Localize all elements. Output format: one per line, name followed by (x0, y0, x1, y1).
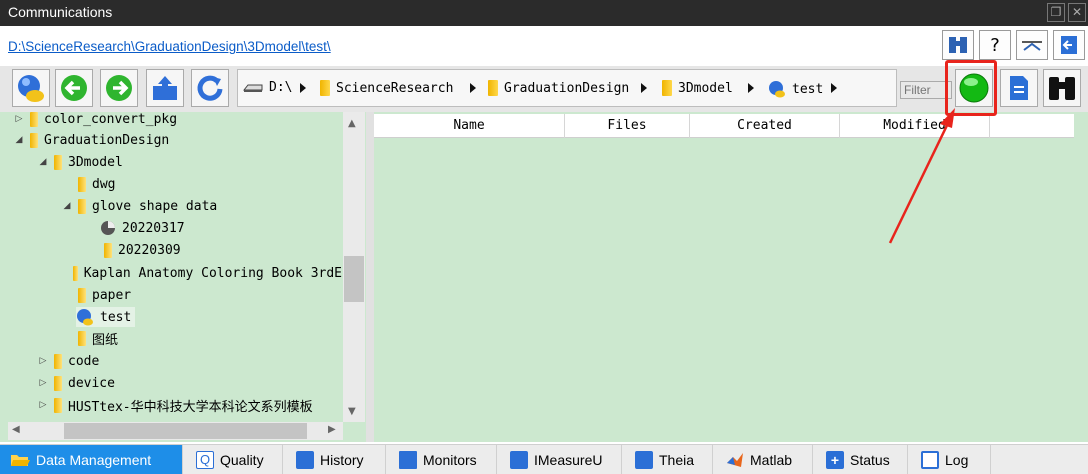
tab-quality[interactable]: Q Quality (186, 445, 283, 474)
matlab-icon (727, 453, 743, 467)
quality-icon: Q (196, 451, 214, 469)
tab-matlab[interactable]: Matlab (716, 445, 813, 474)
tab-history[interactable]: History (286, 445, 386, 474)
folder-open-icon (11, 455, 30, 466)
annotation-arrow (888, 108, 955, 244)
tab-log[interactable]: Log (911, 445, 991, 474)
tab-data-management[interactable]: Data Management (0, 445, 183, 474)
tab-imeasureu[interactable]: IMeasureU (500, 445, 622, 474)
history-icon (296, 451, 314, 469)
theia-person-icon (635, 451, 653, 469)
tab-theia[interactable]: Theia (625, 445, 713, 474)
bottom-tab-bar: Data Management Q Quality History Monito… (0, 444, 1088, 474)
imeasureu-icon (510, 451, 528, 469)
plus-icon: + (826, 451, 844, 469)
tab-status[interactable]: + Status (816, 445, 908, 474)
log-document-icon (921, 451, 939, 469)
monitor-icon (399, 451, 417, 469)
tab-monitors[interactable]: Monitors (389, 445, 497, 474)
